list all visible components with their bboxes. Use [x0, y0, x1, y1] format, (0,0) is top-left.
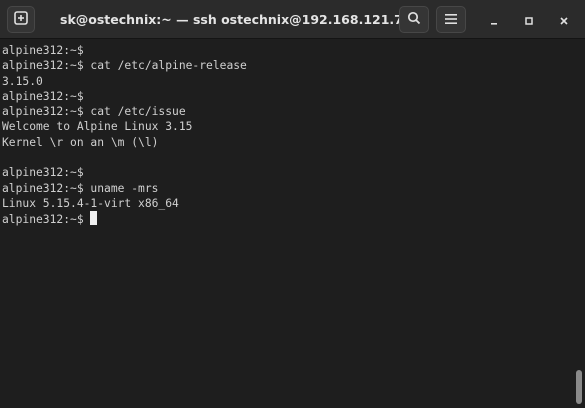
minimize-icon: [489, 11, 499, 30]
close-button[interactable]: [552, 8, 576, 32]
search-button[interactable]: [399, 6, 429, 33]
headerbar: sk@ostechnix:~ — ssh ostechnix@192.168.1…: [0, 0, 585, 39]
terminal-output[interactable]: alpine312:~$ alpine312:~$ cat /etc/alpin…: [0, 39, 574, 408]
terminal-window: sk@ostechnix:~ — ssh ostechnix@192.168.1…: [0, 0, 585, 408]
terminal-line: alpine312:~$: [2, 89, 84, 103]
maximize-icon: [524, 11, 534, 30]
window-title: sk@ostechnix:~ — ssh ostechnix@192.168.1…: [60, 12, 400, 27]
terminal-line: Kernel \r on an \m (\l): [2, 135, 159, 149]
terminal-line: alpine312:~$ cat /etc/alpine-release: [2, 59, 247, 73]
hamburger-menu-icon: [444, 10, 458, 29]
terminal-line: alpine312:~$: [2, 166, 84, 180]
menu-button[interactable]: [436, 6, 466, 33]
terminal-line: Linux 5.15.4-1-virt x86_64: [2, 196, 179, 210]
terminal-line: 3.15.0: [2, 74, 43, 88]
terminal-prompt: alpine312:~$: [2, 213, 91, 227]
terminal-line: Welcome to Alpine Linux 3.15: [2, 120, 193, 134]
terminal-line: alpine312:~$ uname -mrs: [2, 181, 159, 195]
terminal-prompt-line: alpine312:~$: [2, 211, 574, 226]
terminal-line: alpine312:~$: [2, 44, 84, 57]
new-tab-button[interactable]: [7, 6, 35, 33]
maximize-button[interactable]: [517, 8, 541, 32]
search-icon: [407, 10, 421, 29]
terminal-line: alpine312:~$ cat /etc/issue: [2, 105, 186, 119]
scrollbar-thumb[interactable]: [576, 370, 582, 404]
close-icon: [559, 11, 569, 30]
text-cursor: [90, 211, 98, 226]
scrollbar-track[interactable]: [574, 39, 585, 408]
minimize-button[interactable]: [482, 8, 506, 32]
new-tab-icon: [14, 10, 28, 29]
